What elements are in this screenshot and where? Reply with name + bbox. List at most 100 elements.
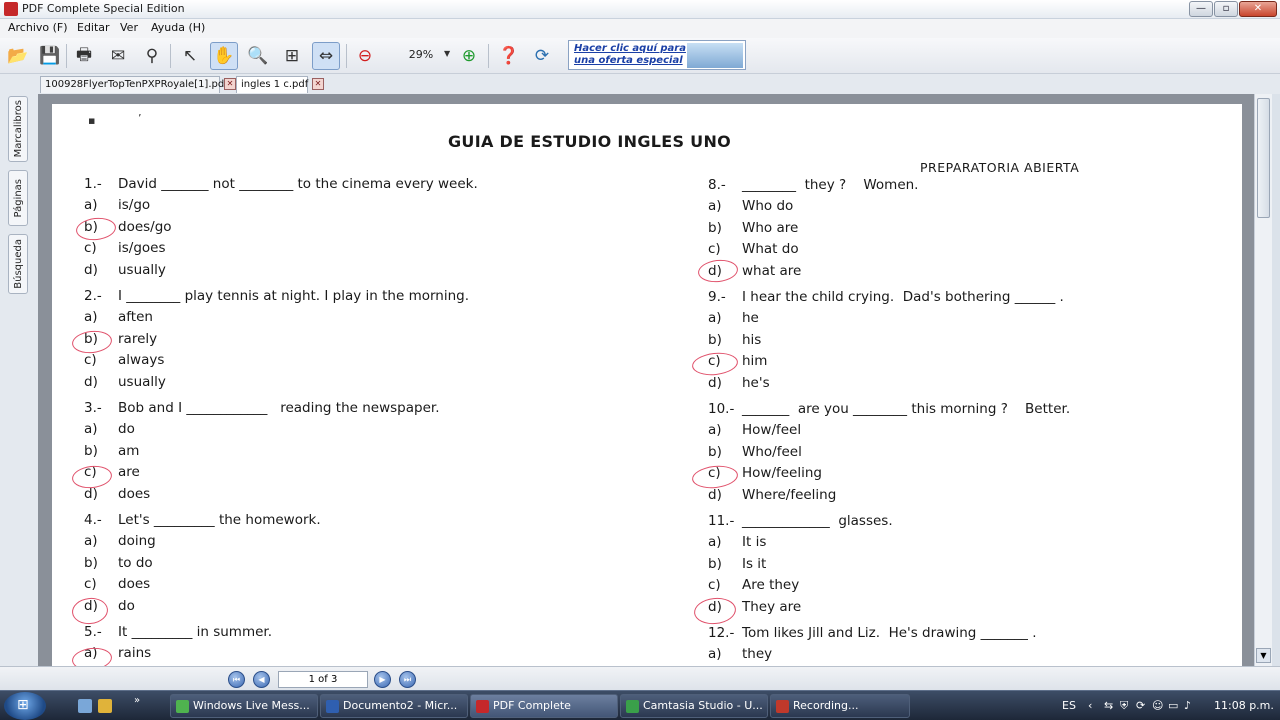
start-button[interactable]: ⊞: [4, 692, 46, 720]
answer-circle: [690, 350, 740, 378]
page-mark: ʼ: [138, 112, 142, 125]
security-icon[interactable]: ⛨: [1120, 699, 1128, 713]
print-icon[interactable]: 🖶: [70, 42, 98, 70]
close-tab-icon[interactable]: ✕: [224, 78, 236, 90]
zoom-in-icon[interactable]: ⊕: [455, 42, 483, 70]
help-icon[interactable]: ❓: [495, 42, 523, 70]
fit-page-icon[interactable]: ⊞: [278, 42, 306, 70]
promo-banner[interactable]: Hacer clic aquí para una oferta especial: [568, 40, 746, 70]
network-icon[interactable]: ⇆: [1104, 699, 1113, 712]
bookmarks-tab[interactable]: Marcalibros: [8, 96, 28, 162]
clock[interactable]: 11:08 p.m.: [1214, 699, 1274, 712]
first-page-icon[interactable]: ⏮: [228, 671, 245, 688]
question-number: 1.-: [84, 176, 102, 192]
select-cursor-icon[interactable]: ↖: [176, 42, 204, 70]
tab-flyer[interactable]: 100928FlyerTopTenPXPRoyale[1].pdf: [40, 76, 228, 93]
option-letter: a): [84, 421, 98, 438]
quicklaunch-more-icon[interactable]: »: [134, 695, 140, 706]
option-text: Who do: [742, 198, 794, 215]
task-label: Windows Live Mess...: [193, 699, 310, 712]
scrollbar-thumb[interactable]: [1257, 98, 1270, 218]
answer-circle: [692, 595, 738, 627]
task-camtasia[interactable]: Camtasia Studio - U...: [620, 694, 768, 718]
battery-icon[interactable]: ▭: [1168, 699, 1178, 712]
title-bar: PDF Complete Special Edition — ▫ ✕: [0, 0, 1280, 19]
show-desktop-icon[interactable]: [78, 699, 92, 713]
question-number: 10.-: [708, 401, 735, 417]
menu-ayuda[interactable]: Ayuda (H): [151, 21, 205, 34]
option-letter: a): [708, 198, 722, 215]
pages-label: Páginas: [12, 178, 24, 218]
answer-circle: [74, 215, 118, 243]
option-text: he: [742, 310, 759, 327]
side-panel: Marcalibros Páginas Búsqueda: [0, 94, 38, 666]
menu-ver[interactable]: Ver: [120, 21, 138, 34]
question-number: 2.-: [84, 288, 102, 304]
option-letter: b): [84, 554, 98, 571]
question-stem: Bob and I ____________ reading the newsp…: [118, 400, 440, 416]
option-letter: b): [708, 555, 722, 572]
zoom-level[interactable]: 29%: [396, 48, 446, 61]
tab-ingles[interactable]: ingles 1 c.pdf: [236, 76, 308, 93]
zoom-tool-icon[interactable]: 🔍: [244, 42, 272, 70]
next-page-icon[interactable]: ▶: [374, 671, 391, 688]
system-tray: ES ‹ ⇆ ⛨ ⟳ ☺ ▭ ♪ 11:08 p.m.: [1058, 691, 1280, 720]
binoculars-icon[interactable]: ⚲: [138, 42, 166, 70]
previous-page-icon[interactable]: ◀: [253, 671, 270, 688]
scroll-down-icon[interactable]: ▼: [1256, 648, 1271, 663]
document-tabs: 100928FlyerTopTenPXPRoyale[1].pdf ✕ ingl…: [0, 74, 1280, 94]
answer-circle: [70, 463, 114, 491]
task-recording[interactable]: Recording...: [770, 694, 910, 718]
menu-editar[interactable]: Editar: [77, 21, 110, 34]
tray-expand-icon[interactable]: ‹: [1088, 699, 1092, 712]
task-pdf-complete[interactable]: PDF Complete: [470, 694, 618, 718]
menu-archivo[interactable]: Archivo (F): [8, 21, 68, 34]
fit-width-icon[interactable]: ⇔: [312, 42, 340, 70]
task-word[interactable]: Documento2 - Micr...: [320, 694, 468, 718]
promo-link[interactable]: Hacer clic aquí para una oferta especial: [574, 43, 686, 67]
maximize-button[interactable]: ▫: [1214, 1, 1238, 17]
option-letter: d): [708, 486, 722, 503]
email-icon[interactable]: ✉: [104, 42, 132, 70]
option-letter: d): [84, 373, 98, 390]
app-window: PDF Complete Special Edition — ▫ ✕ Archi…: [0, 0, 1280, 720]
hand-tool-icon[interactable]: ✋: [210, 42, 238, 70]
language-indicator[interactable]: ES: [1062, 699, 1076, 712]
zoom-out-icon[interactable]: ⊖: [351, 42, 379, 70]
option-letter: a): [708, 422, 722, 439]
search-tab[interactable]: Búsqueda: [8, 234, 28, 294]
document-viewport[interactable]: ▪ ʼ GUIA DE ESTUDIO INGLES UNO PREPARATO…: [38, 94, 1254, 666]
close-tab-icon[interactable]: ✕: [312, 78, 324, 90]
option-text: does: [118, 485, 151, 502]
option-text: Are they: [742, 577, 800, 594]
messenger-tray-icon[interactable]: ☺: [1152, 699, 1163, 712]
option-text: How/feeling: [742, 465, 822, 482]
open-folder-icon[interactable]: 📂: [4, 42, 32, 70]
option-text: They are: [742, 598, 802, 615]
pages-tab[interactable]: Páginas: [8, 170, 28, 226]
option-text: does: [118, 576, 151, 593]
page-indicator[interactable]: 1 of 3: [278, 671, 368, 688]
option-letter: c): [84, 240, 97, 257]
sync-icon[interactable]: ⟳: [1136, 699, 1145, 712]
minimize-button[interactable]: —: [1189, 1, 1213, 17]
task-label: Camtasia Studio - U...: [643, 699, 763, 712]
option-letter: b): [708, 331, 722, 348]
last-page-icon[interactable]: ⏭: [399, 671, 416, 688]
option-letter: a): [708, 646, 722, 663]
option-letter: a): [84, 533, 98, 550]
search-label: Búsqueda: [12, 239, 24, 289]
zoom-dropdown-icon[interactable]: ▼: [444, 49, 450, 58]
option-letter: a): [708, 534, 722, 551]
explorer-icon[interactable]: [98, 699, 112, 713]
update-icon[interactable]: ⟳: [528, 42, 556, 70]
save-icon[interactable]: 💾: [36, 42, 64, 70]
question-stem: _____________ glasses.: [742, 513, 893, 529]
vertical-scrollbar[interactable]: ▼: [1254, 94, 1272, 666]
recording-icon: [776, 700, 789, 713]
volume-icon[interactable]: ♪: [1184, 699, 1191, 712]
close-button[interactable]: ✕: [1239, 1, 1277, 17]
option-letter: d): [84, 261, 98, 278]
option-text: is/goes: [118, 240, 166, 257]
task-windows-live[interactable]: Windows Live Mess...: [170, 694, 318, 718]
